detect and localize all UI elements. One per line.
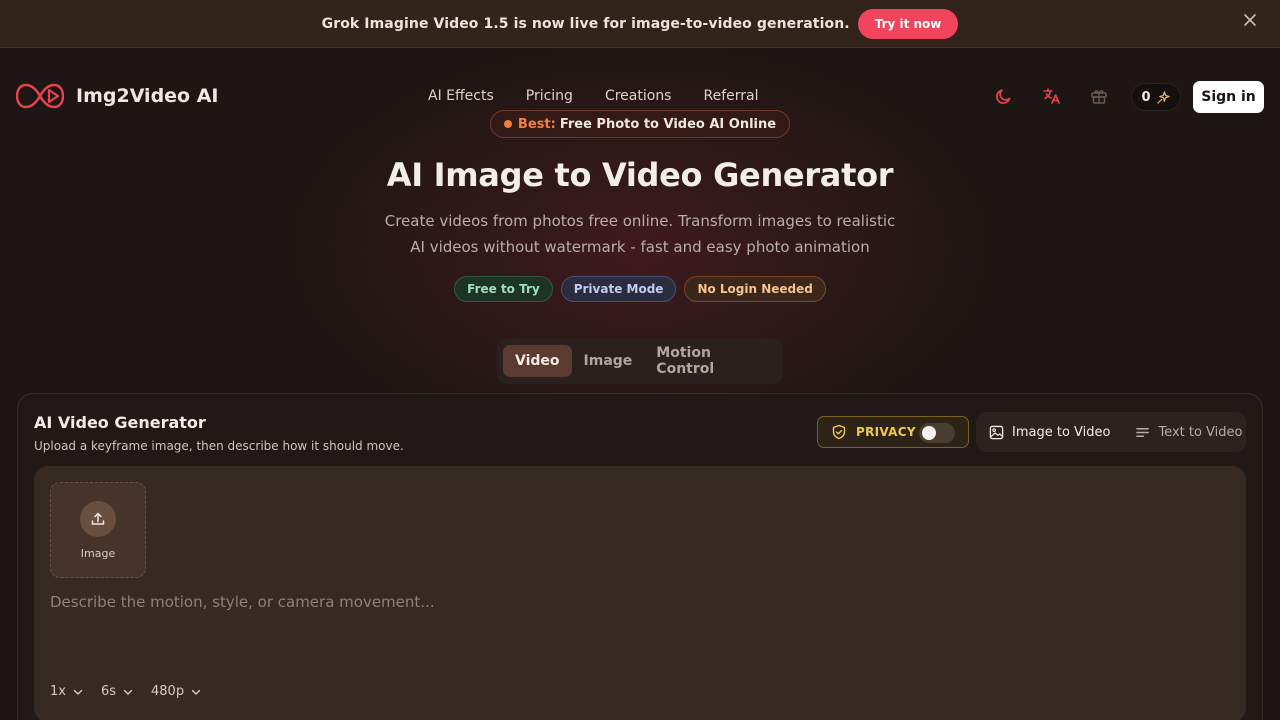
- image-to-video-option[interactable]: Image to Video: [989, 425, 1110, 440]
- tab-image[interactable]: Image: [572, 345, 645, 377]
- tab-motion-control[interactable]: Motion Control: [644, 345, 777, 377]
- generation-options: 1x 6s 480p: [50, 684, 202, 699]
- upload-circle: [80, 501, 116, 537]
- speed-value: 1x: [50, 684, 66, 699]
- upload-icon: [91, 512, 105, 525]
- chevron-down-icon: [191, 689, 201, 695]
- credits-count: 0: [1141, 89, 1151, 105]
- duration-select[interactable]: 6s: [101, 684, 134, 699]
- toggle-knob: [922, 426, 936, 440]
- page-title: AI Image to Video Generator: [386, 156, 894, 194]
- try-it-now-button[interactable]: Try it now: [857, 8, 959, 39]
- resolution-value: 480p: [151, 684, 185, 699]
- chevron-down-icon: [123, 689, 133, 695]
- privacy-label: PRIVACY: [856, 425, 916, 439]
- announcement-bar: Grok Imagine Video 1.5 is now live for i…: [0, 0, 1280, 48]
- nav-creations[interactable]: Creations: [605, 88, 672, 104]
- generator-title: AI Video Generator: [34, 413, 206, 432]
- generator-subtitle: Upload a keyframe image, then describe h…: [34, 439, 404, 453]
- text-to-video-option[interactable]: Text to Video: [1135, 425, 1242, 440]
- privacy-control[interactable]: PRIVACY: [817, 416, 969, 448]
- sparkle-icon: [1156, 90, 1170, 104]
- generation-type-switch: Image to Video Text to Video: [976, 412, 1246, 452]
- hero-section: Best: Free Photo to Video AI Online AI I…: [0, 110, 1280, 302]
- generator-panel: AI Video Generator Upload a keyframe ima…: [17, 393, 1263, 720]
- nav-pricing[interactable]: Pricing: [526, 88, 573, 104]
- image-to-video-label: Image to Video: [1012, 424, 1111, 440]
- moon-icon[interactable]: [994, 86, 1014, 106]
- translate-icon[interactable]: [1042, 86, 1062, 106]
- upload-label: Image: [80, 547, 116, 560]
- page-subtitle: Create videos from photos free online. T…: [360, 208, 920, 260]
- feature-badges: Free to Try Private Mode No Login Needed: [0, 276, 1280, 302]
- prompt-container: Image 1x 6s 480p: [34, 466, 1246, 720]
- announcement-text: Grok Imagine Video 1.5 is now live for i…: [321, 15, 850, 32]
- image-upload-button[interactable]: Image: [50, 482, 146, 578]
- nav-ai-effects[interactable]: AI Effects: [428, 88, 494, 104]
- badge-private-mode: Private Mode: [560, 276, 677, 302]
- badge-no-login: No Login Needed: [684, 276, 826, 302]
- subtitle-line-2: AI videos without watermark - fast and e…: [410, 238, 870, 256]
- subtitle-line-1: Create videos from photos free online. T…: [384, 212, 896, 230]
- best-text: Free Photo to Video AI Online: [559, 116, 777, 132]
- best-pill: Best: Free Photo to Video AI Online: [489, 110, 791, 138]
- status-dot: [503, 120, 512, 128]
- gift-icon[interactable]: [1089, 86, 1109, 106]
- text-lines-icon: [1136, 427, 1150, 437]
- nav-referral[interactable]: Referral: [703, 88, 758, 104]
- badge-free-to-try: Free to Try: [454, 276, 553, 302]
- chevron-down-icon: [73, 689, 83, 695]
- brand-name: Img2Video AI: [76, 85, 219, 107]
- resolution-select[interactable]: 480p: [151, 684, 202, 699]
- duration-value: 6s: [100, 684, 117, 699]
- best-label: Best:: [517, 116, 556, 132]
- main-nav: AI Effects Pricing Creations Referral: [428, 88, 790, 104]
- privacy-toggle[interactable]: [919, 423, 955, 443]
- speed-select[interactable]: 1x: [50, 684, 84, 699]
- mode-tabs: Video Image Motion Control: [497, 338, 783, 384]
- image-icon: [989, 425, 1004, 439]
- prompt-input[interactable]: [50, 590, 1230, 614]
- close-icon[interactable]: [1242, 12, 1258, 28]
- shield-check-icon: [832, 424, 846, 440]
- brand-logo[interactable]: Img2Video AI: [16, 80, 219, 112]
- credits-badge[interactable]: 0: [1131, 83, 1181, 111]
- brand-logo-icon: [16, 83, 64, 109]
- tab-video[interactable]: Video: [503, 345, 572, 377]
- text-to-video-label: Text to Video: [1158, 424, 1243, 440]
- sign-in-button[interactable]: Sign in: [1193, 81, 1264, 113]
